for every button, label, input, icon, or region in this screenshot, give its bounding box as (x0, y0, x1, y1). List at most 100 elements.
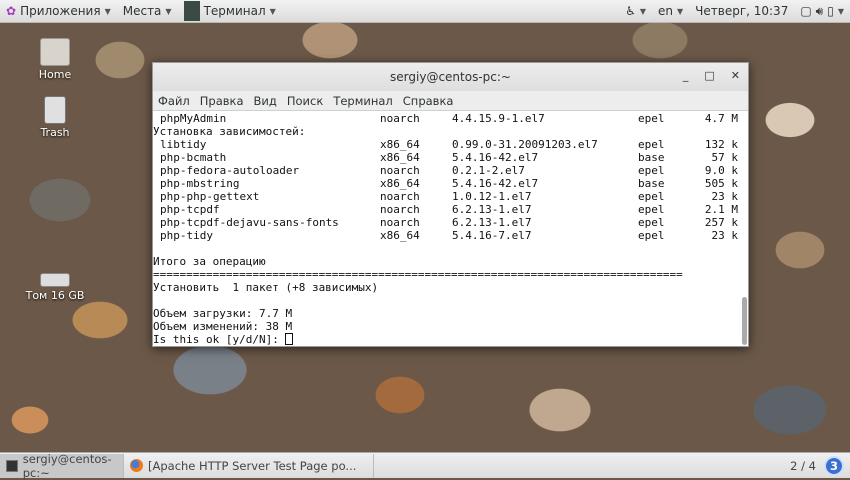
chevron-down-icon: ▼ (165, 6, 172, 16)
close-button[interactable]: ✕ (731, 69, 740, 82)
package-row: php-tidy x86_64 5.4.16-7.el7 epel 23 k (153, 229, 748, 242)
package-arch: noarch (380, 164, 420, 177)
package-row: php-bcmath x86_64 5.4.16-42.el7 base 57 k (153, 151, 748, 164)
desktop-home[interactable]: Home (15, 38, 95, 81)
places-menu[interactable]: Места ▼ (117, 4, 178, 18)
package-arch: x86_64 (380, 177, 420, 190)
terminal-icon (183, 1, 200, 21)
maximize-button[interactable]: □ (704, 69, 714, 82)
chevron-down-icon: ▼ (837, 6, 844, 16)
package-repo: epel (638, 216, 665, 229)
separator: ========================================… (153, 268, 683, 281)
package-name: libtidy (160, 138, 207, 151)
cursor (285, 333, 294, 345)
package-arch: noarch (380, 216, 420, 229)
apps-icon: ✿ (6, 4, 17, 18)
package-row: php-fedora-autoloader noarch 0.2.1-2.el7 ep… (153, 164, 748, 177)
prompt-line: Is this ok [y/d/N]: (153, 333, 748, 346)
package-size: 257 k (704, 216, 738, 229)
desktop-trash[interactable]: Trash (15, 96, 95, 139)
package-row: libtidy x86_64 0.99.0-31.20091203.el7 epel 1… (153, 138, 748, 151)
package-size: 9.0 k (704, 164, 738, 177)
menu-edit[interactable]: Правка (200, 94, 244, 108)
package-version: 1.0.12-1.el7 (452, 190, 532, 203)
package-repo: epel (638, 229, 665, 242)
terminal-output[interactable]: phpMyAdmin noarch 4.4.15.9-1.el7 epel 4.7 M … (153, 111, 748, 347)
scrollbar[interactable] (742, 297, 747, 345)
terminal-window: sergiy@centos-pc:~ _ □ ✕ Файл Правка Вид П… (152, 62, 749, 347)
trash-icon (44, 96, 66, 124)
minimize-button[interactable]: _ (683, 69, 689, 82)
clock[interactable]: Четверг, 10:37 (689, 4, 794, 18)
firefox-icon (130, 459, 143, 472)
package-row: php-tcpdf-dejavu-sans-fonts noarch 6.2.13-… (153, 216, 748, 229)
package-name: php-fedora-autoloader (160, 164, 300, 177)
package-version: 6.2.13-1.el7 (452, 216, 532, 229)
menu-search[interactable]: Поиск (287, 94, 323, 108)
menu-file[interactable]: Файл (158, 94, 190, 108)
install-line: Установить 1 пакет (+8 зависимых) (153, 281, 379, 294)
drive-icon (40, 273, 70, 287)
package-size: 23 k (711, 190, 739, 203)
package-arch: x86_64 (380, 151, 420, 164)
summary-header: Итого за операцию (153, 255, 266, 268)
applications-menu[interactable]: ✿ Приложения ▼ (0, 4, 117, 18)
package-name: php-tcpdf (160, 203, 220, 216)
package-version: 5.4.16-42.el7 (452, 177, 539, 190)
package-name: php-mbstring (160, 177, 240, 190)
terminal-app-menu[interactable]: Терминал ▼ (178, 1, 282, 21)
accessibility-menu[interactable]: ♿ ▼ (619, 4, 652, 18)
bottom-panel: sergiy@centos-pc:~ [Apache HTTP Server T… (0, 452, 850, 480)
package-repo: epel (638, 203, 665, 216)
notification-badge[interactable]: 3 (824, 455, 844, 476)
task-firefox[interactable]: [Apache HTTP Server Test Page po... (124, 453, 374, 478)
package-arch: x86_64 (380, 138, 420, 151)
package-version: 0.2.1-2.el7 (452, 164, 525, 177)
chevron-down-icon: ▼ (639, 6, 646, 16)
package-name: php-tcpdf-dejavu-sans-fonts (160, 216, 339, 229)
package-row: php-mbstring x86_64 5.4.16-42.el7 base 505 k (153, 177, 748, 190)
menu-help[interactable]: Справка (403, 94, 454, 108)
package-repo: epel (638, 190, 665, 203)
task-terminal[interactable]: sergiy@centos-pc:~ (0, 452, 124, 480)
menu-bar: Файл Правка Вид Поиск Терминал Справка (153, 91, 748, 111)
package-version: 5.4.16-42.el7 (452, 151, 539, 164)
battery-icon: ▯ (827, 4, 834, 18)
package-repo: base (638, 151, 665, 164)
title-bar[interactable]: sergiy@centos-pc:~ _ □ ✕ (153, 63, 748, 91)
change-size: Объем изменений: 38 M (153, 320, 293, 333)
deps-header: Установка зависимостей: (153, 125, 306, 138)
home-folder-icon (40, 38, 70, 66)
package-size: 2.1 M (704, 203, 738, 216)
package-row: php-tcpdf noarch 6.2.13-1.el7 epel 2.1 M (153, 203, 748, 216)
menu-view[interactable]: Вид (254, 94, 277, 108)
package-repo: epel (638, 164, 665, 177)
menu-terminal[interactable]: Терминал (333, 94, 392, 108)
desktop-volume[interactable]: Том 16 GB (15, 265, 95, 302)
terminal-icon (6, 459, 18, 472)
package-row: phpMyAdmin noarch 4.4.15.9-1.el7 epel 4.7 M (160, 112, 738, 125)
package-version: 5.4.16-7.el7 (452, 229, 532, 242)
system-menu[interactable]: ▢ 🔊︎ ▯ ▼ (794, 4, 850, 19)
package-size: 57 k (711, 151, 739, 164)
language-menu[interactable]: en ▼ (652, 4, 689, 18)
package-repo: epel (638, 138, 665, 151)
package-version: 6.2.13-1.el7 (452, 203, 532, 216)
chevron-down-icon: ▼ (269, 6, 276, 16)
accessibility-icon: ♿ (625, 4, 636, 18)
volume-icon: 🔊︎ (815, 3, 824, 18)
package-size: 23 k (711, 229, 739, 242)
package-arch: noarch (380, 190, 420, 203)
package-arch: noarch (380, 203, 420, 216)
package-arch: x86_64 (380, 229, 420, 242)
package-version: 0.99.0-31.20091203.el7 (452, 138, 598, 151)
package-name: php-php-gettext (160, 190, 260, 203)
chevron-down-icon: ▼ (676, 6, 684, 16)
top-panel: ✿ Приложения ▼ Места ▼ Терминал ▼ ♿ ▼ en ▼ Чет… (0, 0, 850, 23)
download-size: Объем загрузки: 7.7 M (153, 307, 293, 320)
workspace-indicator[interactable]: 2 / 4 (790, 459, 816, 473)
package-size: 132 k (704, 138, 738, 151)
package-name: php-bcmath (160, 151, 227, 164)
package-size: 505 k (704, 177, 738, 190)
chevron-down-icon: ▼ (104, 6, 111, 16)
